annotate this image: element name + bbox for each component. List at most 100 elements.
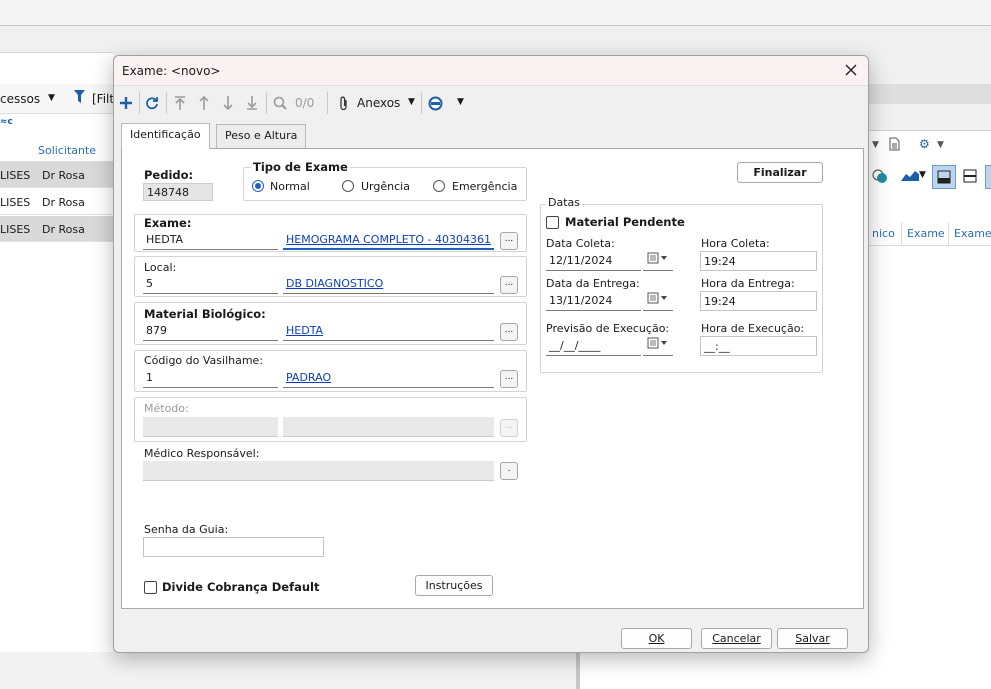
chevron-down-icon[interactable]: ▼ [919, 170, 926, 180]
data-coleta-calendar-button[interactable] [643, 251, 673, 271]
save-button[interactable]: Salvar [777, 628, 848, 649]
shapes-icon[interactable] [872, 168, 888, 187]
refresh-button[interactable] [144, 94, 160, 112]
radio-emergencia[interactable] [433, 180, 445, 192]
metodo-lookup-button: ... [500, 419, 518, 437]
area-chart-icon[interactable] [901, 168, 919, 185]
background-right-strip [869, 84, 991, 104]
grid-header-solicitante[interactable]: Solicitante [38, 144, 96, 157]
table-cell: Dr Rosa [42, 169, 85, 182]
vasilhame-label: Código do Vasilhame: [144, 354, 264, 367]
table-cell: Dr Rosa [42, 223, 85, 236]
anexos-button[interactable]: Anexos [357, 96, 400, 110]
paperclip-icon[interactable] [338, 94, 350, 112]
chevron-down-icon[interactable]: ▼ [457, 97, 464, 107]
material-lookup-button[interactable]: ... [500, 323, 518, 341]
exame-code-input[interactable]: HEDTA [143, 230, 278, 250]
hora-entrega-label: Hora da Entrega: [701, 277, 795, 290]
dialog-titlebar[interactable]: Exame: <novo> [114, 56, 868, 86]
move-last-button[interactable] [244, 94, 260, 112]
record-counter: 0/0 [295, 96, 315, 110]
vasilhame-desc-link[interactable]: PADRAO [283, 368, 494, 388]
local-code-input[interactable]: 5 [143, 274, 278, 294]
material-pendente-label: Material Pendente [565, 215, 685, 229]
divide-cobranca-checkbox[interactable] [144, 581, 157, 594]
close-button[interactable] [840, 60, 862, 82]
hora-coleta-input[interactable]: 19:24 [700, 251, 817, 271]
medico-label: Médico Responsável: [144, 447, 260, 460]
toolbar-separator [421, 92, 422, 114]
tab-peso-altura[interactable]: Peso e Altura [216, 124, 307, 148]
data-coleta-input[interactable]: 12/11/2024 [546, 251, 641, 271]
previsao-input[interactable]: __/__/____ [546, 336, 641, 356]
material-label: Material Biológico: [144, 307, 266, 321]
tab-identificacao[interactable]: Identificação [121, 123, 210, 149]
background-processos-label[interactable]: cessos [0, 92, 40, 106]
data-coleta-label: Data Coleta: [546, 237, 615, 250]
table-row[interactable]: LISES Dr Rosa [0, 216, 113, 242]
tipo-exame-label: Tipo de Exame [251, 160, 350, 174]
material-desc-link[interactable]: HEDTA [283, 321, 494, 341]
chevron-down-icon[interactable]: ▼ [937, 140, 944, 150]
vasilhame-code-input[interactable]: 1 [143, 368, 278, 388]
table-row[interactable]: LISES Dr Rosa [0, 162, 113, 188]
table-row[interactable]: LISES Dr Rosa [0, 189, 113, 215]
disable-button[interactable] [427, 94, 443, 112]
exame-lookup-button[interactable]: ... [500, 232, 518, 250]
move-first-button[interactable] [172, 94, 188, 112]
toolbar-separator [139, 92, 140, 114]
background-bottom-left [0, 652, 576, 689]
medico-lookup-button[interactable]: . [500, 462, 518, 480]
local-desc-link[interactable]: DB DIAGNOSTICO [283, 274, 494, 294]
data-entrega-label: Data da Entrega: [546, 277, 640, 290]
data-entrega-calendar-button[interactable] [643, 291, 673, 311]
chevron-down-icon[interactable]: ▼ [48, 93, 55, 103]
medico-input[interactable] [143, 461, 494, 481]
background-right-panel [869, 130, 991, 689]
ok-button[interactable]: OK [621, 628, 692, 649]
column-divider [948, 222, 949, 246]
move-up-button[interactable] [196, 94, 212, 112]
calendar-icon [647, 252, 667, 264]
gear-icon[interactable]: ⚙ [919, 137, 930, 151]
arrow-bottom-icon [247, 96, 257, 110]
material-code-input[interactable]: 879 [143, 321, 278, 341]
senha-guia-input[interactable] [143, 537, 324, 557]
add-button[interactable] [118, 94, 134, 112]
data-entrega-input[interactable]: 13/11/2024 [546, 291, 641, 311]
radio-normal[interactable] [252, 180, 264, 192]
grid-header-cell[interactable]: Exame [954, 227, 991, 240]
exame-dialog: Exame: <novo> 0/0 Anexos ▼ ▼ Identificaç… [113, 55, 869, 653]
layout-split-icon[interactable] [959, 165, 983, 189]
plus-icon [120, 97, 132, 109]
radio-normal-label: Normal [270, 180, 310, 193]
instrucoes-button[interactable]: Instruções [415, 575, 493, 596]
search-button[interactable] [272, 94, 288, 112]
layout-bottom-icon[interactable] [932, 165, 956, 189]
previsao-calendar-button[interactable] [643, 336, 673, 356]
move-down-button[interactable] [220, 94, 236, 112]
local-label: Local: [144, 261, 177, 274]
chevron-down-icon[interactable]: ▼ [872, 140, 879, 150]
exame-desc-link[interactable]: HEMOGRAMA COMPLETO - 40304361 [283, 230, 494, 250]
finalizar-button[interactable]: Finalizar [737, 162, 823, 183]
hora-entrega-input[interactable]: 19:24 [700, 291, 817, 311]
grid-header-cell[interactable]: nico [872, 227, 895, 240]
chevron-down-icon[interactable]: ▼ [408, 97, 415, 107]
table-cell: LISES [0, 196, 31, 209]
vasilhame-lookup-button[interactable]: ... [500, 370, 518, 388]
arrow-down-icon [223, 96, 233, 110]
material-pendente-checkbox[interactable] [546, 216, 559, 229]
cancel-label: Cancelar [712, 632, 761, 645]
radio-urgencia[interactable] [342, 180, 354, 192]
background-filtro-label[interactable]: [Filt [92, 92, 114, 106]
hora-exec-input[interactable]: __:__ [700, 336, 817, 356]
pedido-field: 148748 [143, 183, 213, 201]
layout-right-icon[interactable] [985, 165, 991, 189]
search-icon [273, 96, 287, 110]
filter-icon[interactable] [74, 90, 85, 108]
grid-header-cell[interactable]: Exame [907, 227, 945, 240]
cancel-button[interactable]: Cancelar [701, 628, 772, 649]
local-lookup-button[interactable]: ... [500, 276, 518, 294]
document-icon[interactable] [889, 137, 900, 154]
